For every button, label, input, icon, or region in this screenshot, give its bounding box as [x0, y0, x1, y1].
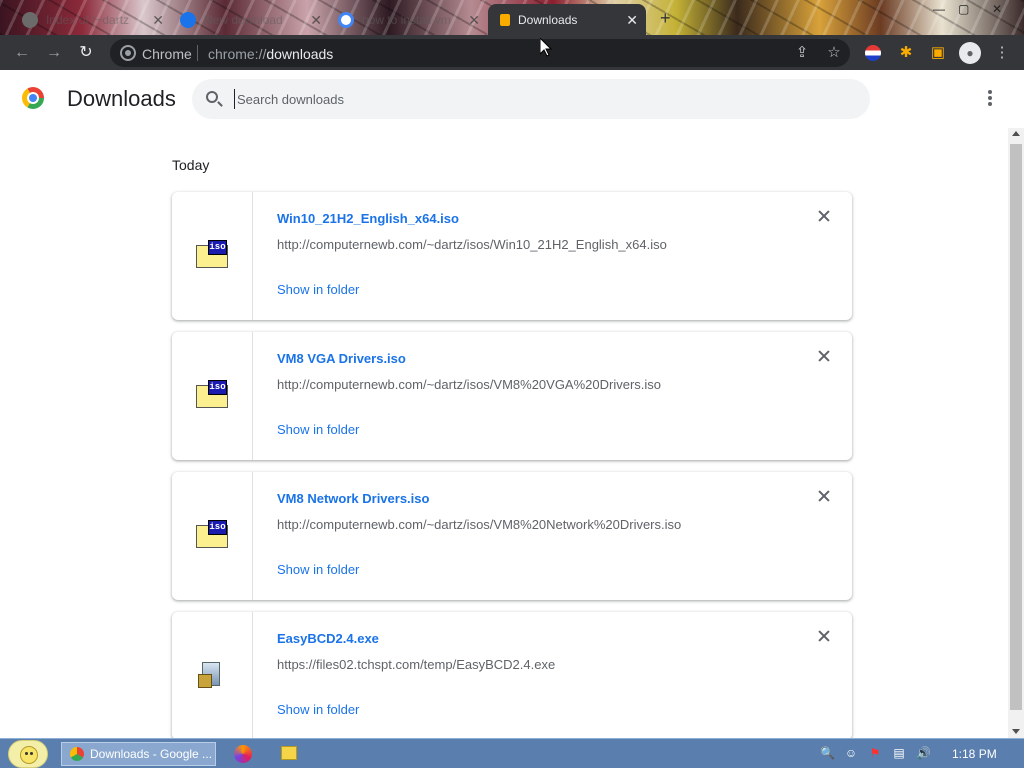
file-name-link[interactable]: EasyBCD2.4.exe: [277, 631, 379, 646]
url-host: downloads: [266, 46, 334, 62]
mouse-cursor-icon: [540, 38, 552, 57]
iso-file-icon: iso: [196, 380, 228, 408]
file-icon-column: iso: [172, 192, 253, 320]
taskbar-item-chrome[interactable]: Downloads - Google ...: [61, 742, 216, 766]
maximize-icon[interactable]: ▢: [958, 2, 969, 16]
volume-icon[interactable]: 🔊: [916, 746, 931, 760]
remove-from-list-close-icon[interactable]: [816, 628, 832, 644]
chrome-icon: [70, 747, 84, 761]
file-source-url[interactable]: http://computernewb.com/~dartz/isos/VM8%…: [277, 377, 661, 392]
show-in-folder-link[interactable]: Show in folder: [277, 422, 359, 437]
show-in-folder-link[interactable]: Show in folder: [277, 562, 359, 577]
chrome-icon: [120, 45, 136, 61]
scrollbar[interactable]: [1008, 128, 1024, 738]
profile-avatar-icon[interactable]: ●: [959, 42, 981, 64]
magnifier-tray-icon[interactable]: 🔍: [820, 746, 835, 760]
file-name-link[interactable]: VM8 VGA Drivers.iso: [277, 351, 406, 366]
tab-close-icon[interactable]: ✕: [310, 12, 322, 29]
file-source-url[interactable]: https://files02.tchspt.com/temp/EasyBCD2…: [277, 657, 555, 672]
more-actions-icon[interactable]: [982, 90, 998, 108]
window-close-icon[interactable]: ✕: [992, 2, 1002, 16]
google-icon: [338, 11, 354, 28]
browser-menu-icon[interactable]: ⋮: [992, 43, 1012, 63]
bookmark-star-icon[interactable]: ☆: [824, 43, 844, 63]
tab-favicon-icon: [180, 11, 196, 28]
file-icon-column: iso: [172, 332, 253, 460]
downloads-header: Downloads: [0, 70, 1008, 128]
file-source-url[interactable]: http://computernewb.com/~dartz/isos/VM8%…: [277, 517, 681, 532]
search-input[interactable]: [234, 89, 834, 109]
page-title: Downloads: [67, 86, 176, 111]
scroll-up-arrow-icon[interactable]: [1012, 131, 1020, 136]
reload-icon[interactable]: ↻: [76, 43, 96, 63]
tab-title: Index of /~dartz: [46, 12, 130, 27]
start-button[interactable]: [8, 740, 48, 768]
taskbar-clock: 1:18 PM: [952, 747, 997, 761]
tab-how-to-install[interactable]: how to install vm ✕: [330, 4, 488, 35]
tab-title: how to install vm: [362, 12, 451, 27]
scroll-down-arrow-icon[interactable]: [1012, 729, 1020, 734]
download-item: EasyBCD2.4.exe https://files02.tchspt.co…: [172, 612, 852, 740]
tab-downloads[interactable]: Downloads ✕: [488, 4, 646, 35]
smiley-tray-icon[interactable]: ☺: [844, 746, 858, 760]
address-bar[interactable]: Chrome chrome://downloads: [110, 39, 850, 67]
url-text[interactable]: chrome://downloads: [208, 46, 333, 62]
download-item: iso VM8 VGA Drivers.iso http://computern…: [172, 332, 852, 460]
tab-close-icon[interactable]: ✕: [152, 12, 164, 29]
scroll-thumb[interactable]: [1010, 144, 1022, 710]
file-icon-column: [172, 612, 253, 740]
extension-icon[interactable]: ✱: [896, 43, 916, 63]
remove-from-list-close-icon[interactable]: [816, 208, 832, 224]
download-item: iso Win10_21H2_English_x64.iso http://co…: [172, 192, 852, 320]
file-source-url[interactable]: http://computernewb.com/~dartz/isos/Win1…: [277, 237, 667, 252]
chrome-logo-icon: [22, 87, 44, 109]
tab-close-icon[interactable]: ✕: [468, 12, 480, 29]
iso-file-icon: iso: [196, 520, 228, 548]
show-in-folder-link[interactable]: Show in folder: [277, 282, 359, 297]
file-icon-column: iso: [172, 472, 253, 600]
omnibox-label: Chrome: [142, 46, 192, 62]
url-scheme: chrome://: [208, 46, 267, 62]
download-item: iso VM8 Network Drivers.iso http://compu…: [172, 472, 852, 600]
tab-favicon-icon: [22, 11, 38, 28]
tab-new-download[interactable]: New download ✕: [172, 4, 330, 35]
tab-title: Downloads: [518, 12, 578, 27]
share-icon[interactable]: ⇪: [792, 43, 812, 63]
new-tab-button[interactable]: +: [660, 8, 671, 29]
minimize-icon[interactable]: —: [933, 2, 945, 16]
file-name-link[interactable]: VM8 Network Drivers.iso: [277, 491, 429, 506]
security-tray-icon[interactable]: ⚑: [868, 746, 882, 760]
browser-toolbar: ← → ↻ Chrome chrome://downloads ⇪ ☆ ✱ ▣ …: [0, 35, 1024, 70]
remove-from-list-close-icon[interactable]: [816, 348, 832, 364]
file-name-link[interactable]: Win10_21H2_English_x64.iso: [277, 211, 459, 226]
show-in-folder-link[interactable]: Show in folder: [277, 702, 359, 717]
tab-title: New download: [204, 12, 283, 27]
search-bar[interactable]: [192, 79, 870, 119]
network-tray-icon[interactable]: ▤: [892, 746, 906, 760]
iso-file-icon: iso: [196, 240, 228, 268]
search-icon: [206, 91, 218, 103]
forward-icon[interactable]: →: [44, 43, 64, 63]
back-icon[interactable]: ←: [12, 43, 32, 63]
taskbar: Downloads - Google ... 🔍 ☺ ⚑ ▤ 🔊 1:18 PM: [0, 738, 1024, 768]
exe-file-icon: [196, 660, 226, 690]
smiley-icon: [20, 746, 38, 764]
screen: { "tabs": [ {"title": "Index of /~dartz"…: [0, 0, 1024, 768]
remove-from-list-close-icon[interactable]: [816, 488, 832, 504]
tab-close-icon[interactable]: ✕: [626, 12, 638, 29]
firefox-icon[interactable]: [234, 745, 252, 763]
taskbar-item-label: Downloads - Google ...: [90, 747, 213, 761]
omnibox-divider: [197, 45, 198, 61]
side-panel-icon[interactable]: ▣: [928, 43, 948, 63]
download-icon: [500, 13, 510, 26]
tab-index-of-dartz[interactable]: Index of /~dartz ✕: [14, 4, 172, 35]
date-section-label: Today: [172, 157, 210, 173]
tab-strip: Index of /~dartz ✕ New download ✕ how to…: [0, 0, 1024, 35]
folder-icon[interactable]: [281, 746, 297, 760]
flag-extension-icon[interactable]: [865, 45, 881, 61]
